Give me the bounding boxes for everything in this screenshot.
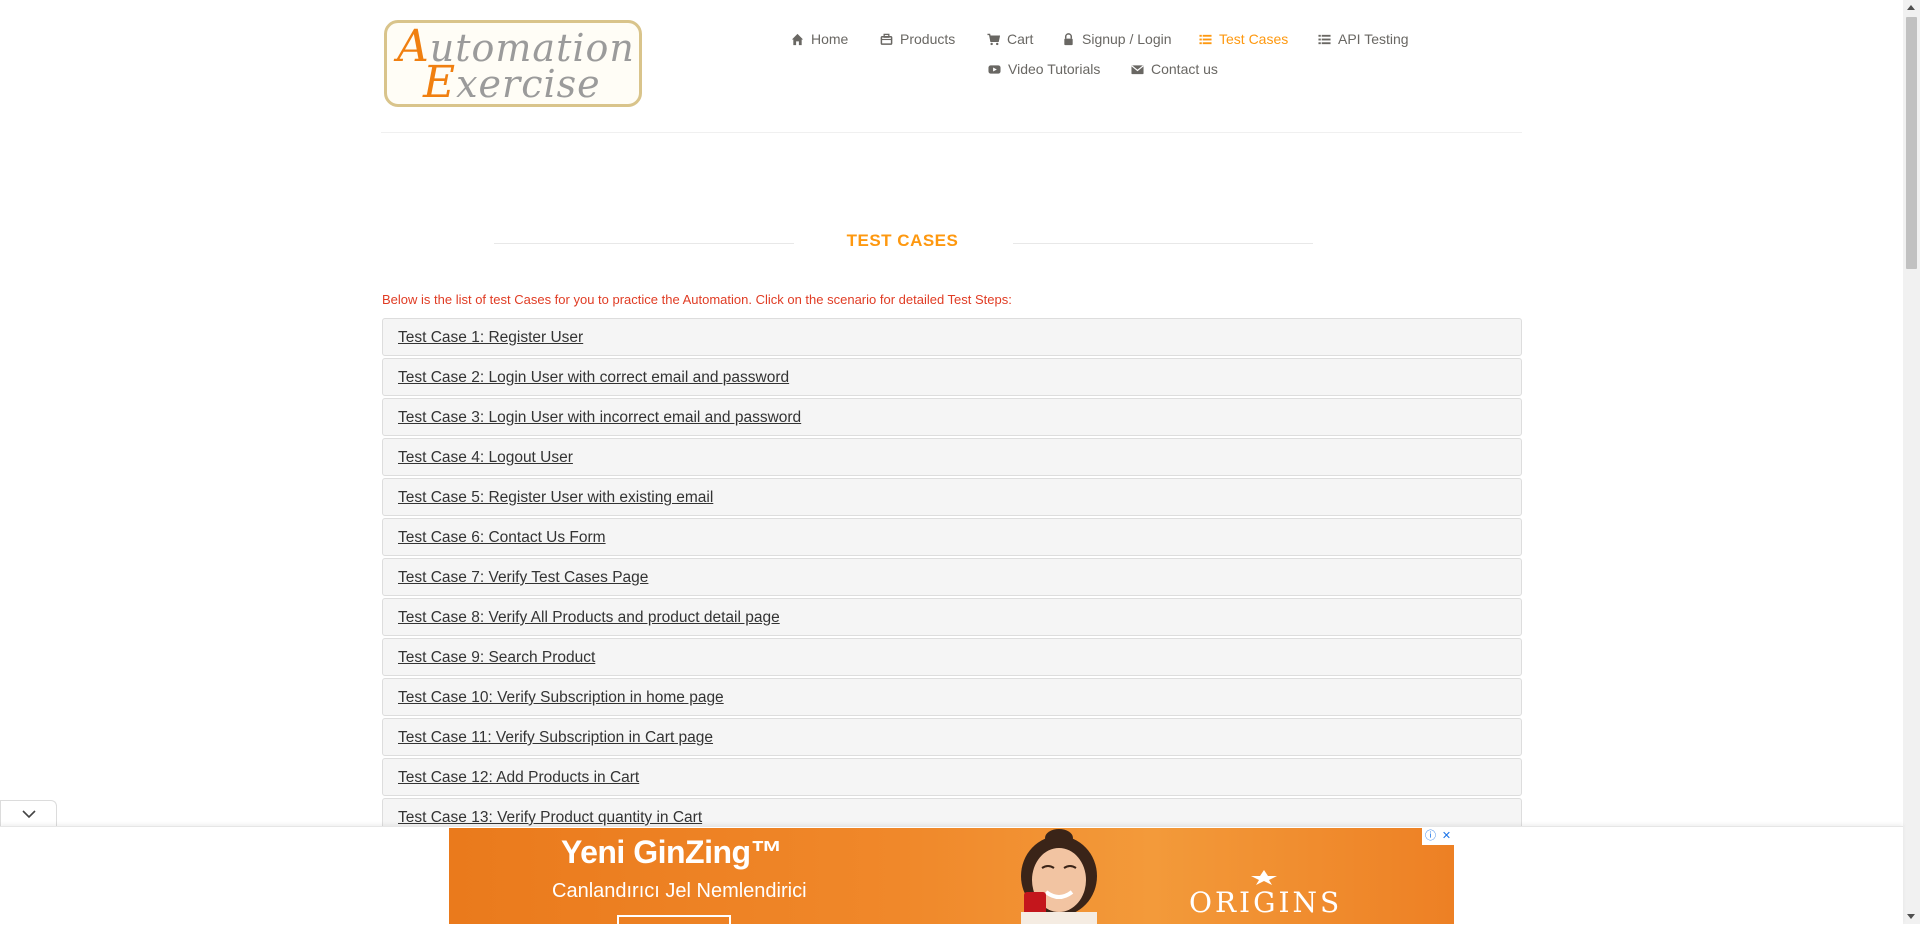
home-icon (790, 32, 804, 46)
nav-video-tutorials[interactable]: Video Tutorials (987, 61, 1100, 77)
nav-cart[interactable]: Cart (986, 31, 1033, 47)
ad-subline: Canlandırıcı Jel Nemlendirici (552, 880, 807, 902)
ad-banner[interactable]: Yeni GinZing™ Canlandırıcı Jel Nemlendir… (449, 828, 1454, 924)
scroll-down-arrow-icon[interactable] (1907, 914, 1915, 919)
test-case-row: Test Case 11: Verify Subscription in Car… (382, 718, 1522, 756)
logo-letter-e: E (423, 57, 457, 108)
test-case-link-2[interactable]: Test Case 2: Login User with correct ema… (398, 369, 789, 387)
info-icon[interactable]: ⓘ (1425, 831, 1436, 842)
nav-products[interactable]: Products (879, 31, 955, 47)
nav-signup-login[interactable]: Signup / Login (1061, 31, 1172, 47)
test-case-row: Test Case 9: Search Product (382, 638, 1522, 676)
list-icon (1317, 32, 1331, 46)
ad-controls: ⓘ ✕ (1422, 828, 1454, 845)
nav-products-label: Products (900, 31, 956, 47)
page-scrollbar[interactable] (1903, 0, 1920, 924)
test-case-row: Test Case 6: Contact Us Form (382, 518, 1522, 556)
title-divider-right (1013, 243, 1313, 244)
nav-api-testing[interactable]: API Testing (1317, 31, 1409, 47)
origins-logo-icon (1251, 870, 1277, 885)
scroll-up-arrow-icon[interactable] (1907, 5, 1915, 10)
nav-video-tutorials-label: Video Tutorials (1008, 61, 1101, 77)
test-case-link-7[interactable]: Test Case 7: Verify Test Cases Page (398, 569, 648, 587)
test-case-list: Test Case 1: Register User Test Case 2: … (382, 318, 1522, 838)
test-case-row: Test Case 1: Register User (382, 318, 1522, 356)
test-case-link-3[interactable]: Test Case 3: Login User with incorrect e… (398, 409, 801, 427)
test-case-link-8[interactable]: Test Case 8: Verify All Products and pro… (398, 609, 780, 627)
nav-test-cases[interactable]: Test Cases (1198, 31, 1288, 47)
nav-home-label: Home (811, 31, 849, 47)
ad-collapse-button[interactable] (0, 800, 57, 826)
test-case-row: Test Case 8: Verify All Products and pro… (382, 598, 1522, 636)
test-case-row: Test Case 5: Register User with existing… (382, 478, 1522, 516)
close-icon[interactable]: ✕ (1442, 831, 1451, 842)
logo-line2: xercise (456, 62, 601, 106)
test-case-link-5[interactable]: Test Case 5: Register User with existing… (398, 489, 713, 507)
test-case-link-13[interactable]: Test Case 13: Verify Product quantity in… (398, 809, 702, 827)
test-case-link-11[interactable]: Test Case 11: Verify Subscription in Car… (398, 729, 713, 747)
products-icon (879, 32, 893, 46)
nav-contact-label: Contact us (1151, 61, 1218, 77)
nav-home[interactable]: Home (790, 31, 848, 47)
test-case-row: Test Case 12: Add Products in Cart (382, 758, 1522, 796)
envelope-icon (1130, 62, 1144, 76)
nav-cart-label: Cart (1007, 31, 1034, 47)
ad-brand-name: ORIGINS (1189, 886, 1343, 919)
test-case-row: Test Case 3: Login User with incorrect e… (382, 398, 1522, 436)
page-title: TEST CASES (846, 231, 959, 250)
ad-model-image (1021, 829, 1097, 924)
nav-contact-us[interactable]: Contact us (1130, 61, 1218, 77)
ad-headline: Yeni GinZing™ (561, 834, 783, 870)
test-case-row: Test Case 10: Verify Subscription in hom… (382, 678, 1522, 716)
list-icon (1198, 32, 1212, 46)
test-case-row: Test Case 2: Login User with correct ema… (382, 358, 1522, 396)
nav-api-testing-label: API Testing (1338, 31, 1409, 47)
site-logo[interactable]: Automation Exercise (384, 20, 642, 107)
scroll-thumb[interactable] (1906, 17, 1917, 269)
test-case-link-6[interactable]: Test Case 6: Contact Us Form (398, 529, 606, 547)
test-case-link-9[interactable]: Test Case 9: Search Product (398, 649, 595, 667)
intro-text: Below is the list of test Cases for you … (382, 292, 1012, 307)
test-case-link-10[interactable]: Test Case 10: Verify Subscription in hom… (398, 689, 724, 707)
lock-icon (1061, 32, 1075, 46)
cart-icon (986, 32, 1000, 46)
youtube-icon (987, 62, 1001, 76)
nav-login-label: Signup / Login (1082, 31, 1172, 47)
title-divider-left (494, 243, 794, 244)
site-header: Automation Exercise Home Products Cart S… (381, 0, 1522, 133)
test-case-link-4[interactable]: Test Case 4: Logout User (398, 449, 573, 467)
nav-test-cases-label: Test Cases (1219, 31, 1289, 47)
ad-cta-button[interactable] (617, 915, 731, 924)
chevron-down-icon (21, 809, 36, 818)
test-case-row: Test Case 4: Logout User (382, 438, 1522, 476)
test-case-row: Test Case 7: Verify Test Cases Page (382, 558, 1522, 596)
test-case-link-1[interactable]: Test Case 1: Register User (398, 329, 583, 347)
test-case-link-12[interactable]: Test Case 12: Add Products in Cart (398, 769, 639, 787)
